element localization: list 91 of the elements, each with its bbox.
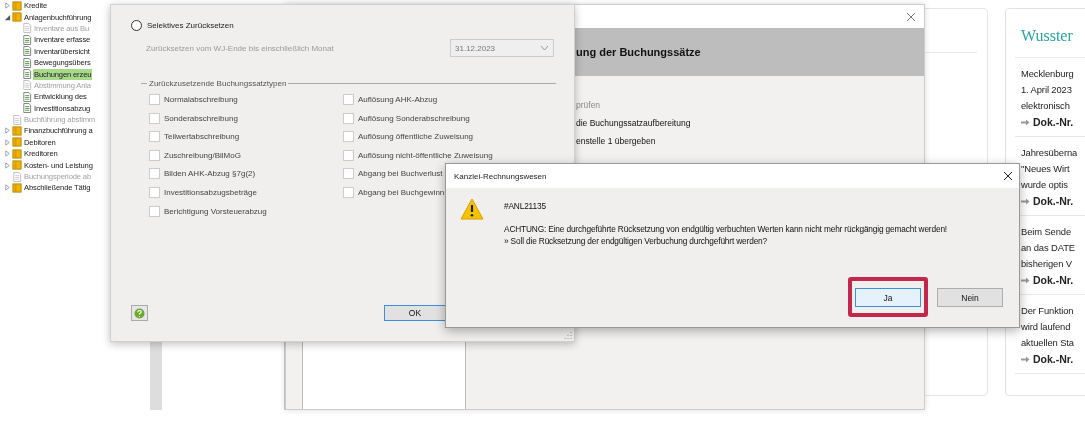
tip-text: wurde optis: [1021, 178, 1069, 192]
checkbox[interactable]: [343, 186, 354, 198]
checkbox[interactable]: [343, 149, 354, 161]
radio-button[interactable]: [131, 20, 142, 31]
tip-text: Der Funktion: [1021, 304, 1075, 318]
folder-icon: [12, 0, 22, 11]
message-text: » Soll die Rücksetzung der endgültigen Verbuchung durchgeführt werden?: [504, 236, 769, 246]
tip-text: elektronisch: [1021, 99, 1071, 113]
checkbox-label[interactable]: Auflösung Sonderabschreibung: [358, 113, 470, 123]
folder-icon: [12, 12, 22, 23]
folder-icon: [12, 137, 22, 148]
checkbox-label[interactable]: Teilwertabschreibung: [164, 132, 240, 142]
panel-title: Wusster: [1015, 9, 1085, 58]
chevron-down-icon: [540, 45, 549, 51]
dialog-title: Kanzlei-Rechnungswesen: [454, 171, 547, 181]
checkbox-label[interactable]: Abgang bei Buchgewinn: [358, 187, 445, 197]
expand-icon[interactable]: [4, 150, 11, 158]
document-icon: [12, 114, 22, 125]
dialog-heading: ung der Buchungssätze: [576, 46, 701, 58]
message-text: ACHTUNG: Eine durchgeführte Rücksetzung von endgültig verbuchten Werten kann nicht mehr rückgängig gemacht werden!: [504, 224, 947, 234]
resize-grip-icon[interactable]: [564, 331, 572, 339]
document-icon: [22, 34, 32, 45]
collapse-icon[interactable]: [4, 13, 11, 21]
document-icon: [22, 23, 32, 34]
arrow-icon: [1021, 355, 1030, 363]
tip-text: wird laufend: [1021, 320, 1072, 334]
checkbox-label[interactable]: Auflösung öffentliche Zuweisung: [358, 132, 474, 142]
checkbox[interactable]: [149, 94, 160, 105]
ok-button[interactable]: OK: [384, 305, 446, 321]
tip-text: an das DATE: [1021, 241, 1076, 255]
tip-text: Mecklenburg: [1021, 67, 1075, 81]
document-icon: [22, 103, 32, 114]
step-text: enstelle 1 übergeben: [576, 136, 657, 146]
checkbox-label[interactable]: Sonderabschreibung: [164, 113, 238, 123]
dialog-button[interactable]: Ja: [855, 288, 921, 307]
checkbox[interactable]: [343, 112, 354, 124]
document-icon: [22, 69, 32, 80]
document-link[interactable]: Dok.-Nr.: [1033, 116, 1074, 128]
checkbox[interactable]: [149, 112, 160, 124]
expand-icon[interactable]: [4, 184, 11, 192]
expand-icon[interactable]: [4, 127, 11, 135]
checkbox-label[interactable]: Auflösung AHK-Abzug: [358, 95, 438, 104]
folder-icon: [12, 182, 22, 193]
tip-text: bisherigen V: [1021, 257, 1073, 271]
group-title: Zurückzusetzende Buchungssatztypen: [149, 79, 287, 88]
checkbox-label[interactable]: Berichtigung Vorsteuerabzug: [164, 206, 267, 216]
help-button[interactable]: [131, 305, 148, 321]
tip-text: Beim Sende: [1021, 225, 1073, 239]
expand-icon[interactable]: [4, 161, 11, 169]
document-icon: [22, 80, 32, 91]
document-icon: [22, 46, 32, 57]
error-code: #ANL21135: [504, 201, 547, 211]
expand-icon[interactable]: [4, 138, 11, 146]
month-label: Zurücksetzen vom WJ-Ende bis einschließlich Monat: [146, 43, 334, 53]
radio-label[interactable]: Selektives Zurücksetzen: [147, 21, 234, 30]
document-icon: [22, 57, 32, 68]
document-icon: [12, 171, 22, 182]
arrow-icon: [1021, 118, 1030, 126]
dialog-button[interactable]: Nein: [937, 288, 1003, 307]
checkbox[interactable]: [149, 168, 160, 180]
checkbox[interactable]: [343, 168, 354, 180]
checkbox[interactable]: [149, 131, 160, 143]
checkbox-label[interactable]: Bilden AHK-Abzug §7g(2): [164, 169, 256, 179]
document-link[interactable]: Dok.-Nr.: [1033, 353, 1074, 365]
checkbox-label[interactable]: Auflösung nicht-öffentliche Zuweisung: [358, 150, 493, 160]
folder-icon: [12, 126, 22, 136]
folder-icon: [12, 160, 22, 171]
checkbox-label[interactable]: Investitionsabzugsbeträge: [164, 187, 257, 197]
checkbox[interactable]: [149, 205, 160, 217]
tip-text: 1. April 2023: [1021, 83, 1073, 97]
folder-icon: [12, 148, 22, 159]
checkbox[interactable]: [149, 149, 160, 161]
step-text: prüfen: [576, 100, 602, 110]
month-dropdown[interactable]: 31.12.2023: [450, 39, 554, 57]
tip-text: aktuellen Sta: [1021, 336, 1075, 350]
checkbox-label[interactable]: Normalabschreibung: [164, 95, 238, 104]
help-icon: [134, 307, 145, 319]
document-icon: [22, 91, 32, 102]
checkbox[interactable]: [343, 131, 354, 143]
document-link[interactable]: Dok.-Nr.: [1033, 195, 1074, 207]
tip-text: Jahresüberna: [1021, 146, 1079, 160]
checkbox-label[interactable]: Abgang bei Buchverlust: [358, 169, 443, 179]
step-text: die Buchungssatzaufbereitung: [576, 118, 692, 128]
document-link[interactable]: Dok.-Nr.: [1033, 274, 1074, 286]
checkbox[interactable]: [343, 94, 354, 105]
checkbox-label[interactable]: Zuschreibung/BilMoG: [164, 150, 241, 160]
checkbox[interactable]: [149, 186, 160, 198]
warning-icon: [460, 198, 484, 220]
tip-text: "Neues Wirt: [1021, 162, 1071, 176]
expand-icon[interactable]: [4, 2, 11, 10]
close-icon[interactable]: [1003, 171, 1013, 181]
